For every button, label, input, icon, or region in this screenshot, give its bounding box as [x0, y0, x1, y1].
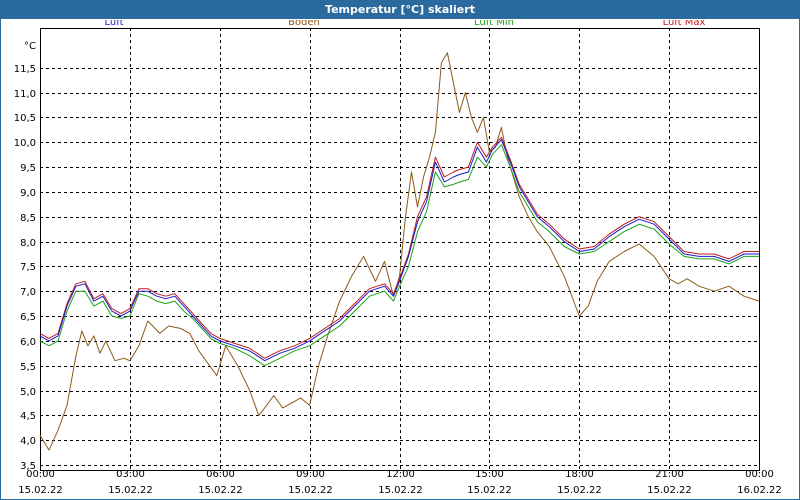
legend-item: Boden [288, 20, 320, 28]
y-tick-label: 9,5 [20, 163, 36, 174]
legend-item: Luft Max [663, 20, 706, 28]
y-tick-label: 7,0 [20, 287, 36, 298]
y-tick-label: 6,0 [20, 337, 36, 348]
x-tick-date: 15.02.22 [557, 485, 602, 496]
y-tick-label: 4,0 [20, 436, 36, 447]
x-tick-time: 00:00 [26, 469, 55, 480]
y-tick-label: 10,5 [14, 113, 36, 124]
title-bar: Temperatur [°C] skaliert [1, 1, 799, 19]
chart-plot: 3,54,04,55,05,56,06,57,07,58,08,59,09,51… [14, 20, 782, 496]
y-tick-label: 6,5 [20, 312, 36, 323]
y-tick-label: 8,0 [20, 238, 36, 249]
x-axis: 00:00 15.02.22 03:00 15.02.22 06:00 15.02.22 0… [18, 469, 782, 496]
chart-window: Temperatur [°C] skaliert 3,5 4,0 4,5 5,0 5,5… [0, 0, 800, 500]
x-tick-date: 15.02.22 [198, 485, 243, 496]
series-line-luft [39, 139, 759, 362]
grid-lines [40, 28, 759, 470]
series-line-boden [39, 52, 760, 451]
x-tick-time: 03:00 [116, 469, 145, 480]
legend-item: Luft Min [474, 20, 514, 28]
legend: Luft Boden Luft Min Luft Max [105, 20, 706, 28]
x-tick-date: 15.02.22 [467, 485, 512, 496]
y-tick-label: 5,5 [20, 362, 36, 373]
legend-item: Luft [105, 20, 124, 28]
y-tick-label: 7,5 [20, 262, 36, 273]
y-tick-label: 9,0 [20, 188, 36, 199]
x-tick-date: 15.02.22 [108, 485, 153, 496]
x-tick-time: 21:00 [655, 469, 684, 480]
x-tick-time: 09:00 [296, 469, 325, 480]
x-tick-date: 16.02.22 [737, 485, 782, 496]
x-tick-time: 06:00 [206, 469, 235, 480]
series-line-luft-min [39, 144, 759, 367]
y-tick-label: 5,0 [20, 387, 36, 398]
series-line-luft-max [39, 136, 759, 359]
y-tick-label: 10,0 [14, 138, 36, 149]
chart-title: Temperatur [°C] skaliert [325, 3, 475, 16]
x-tick-date: 15.02.22 [647, 485, 692, 496]
x-tick-date: 15.02.22 [378, 485, 423, 496]
series-lines [39, 52, 760, 451]
x-tick-time: 00:00 [745, 469, 774, 480]
x-tick-time: 15:00 [475, 469, 504, 480]
x-tick-time: 18:00 [565, 469, 594, 480]
y-tick-label: 4,5 [20, 411, 36, 422]
y-tick-label: 11,0 [14, 89, 36, 100]
y-tick-label: 8,5 [20, 213, 36, 224]
y-axis: 3,54,04,55,05,56,06,57,07,58,08,59,09,51… [14, 41, 36, 472]
y-axis-unit: °C [24, 41, 36, 52]
x-tick-time: 12:00 [386, 469, 415, 480]
x-tick-date: 15.02.22 [288, 485, 333, 496]
x-tick-date: 15.02.22 [18, 485, 63, 496]
y-tick-label: 11,5 [14, 64, 36, 75]
